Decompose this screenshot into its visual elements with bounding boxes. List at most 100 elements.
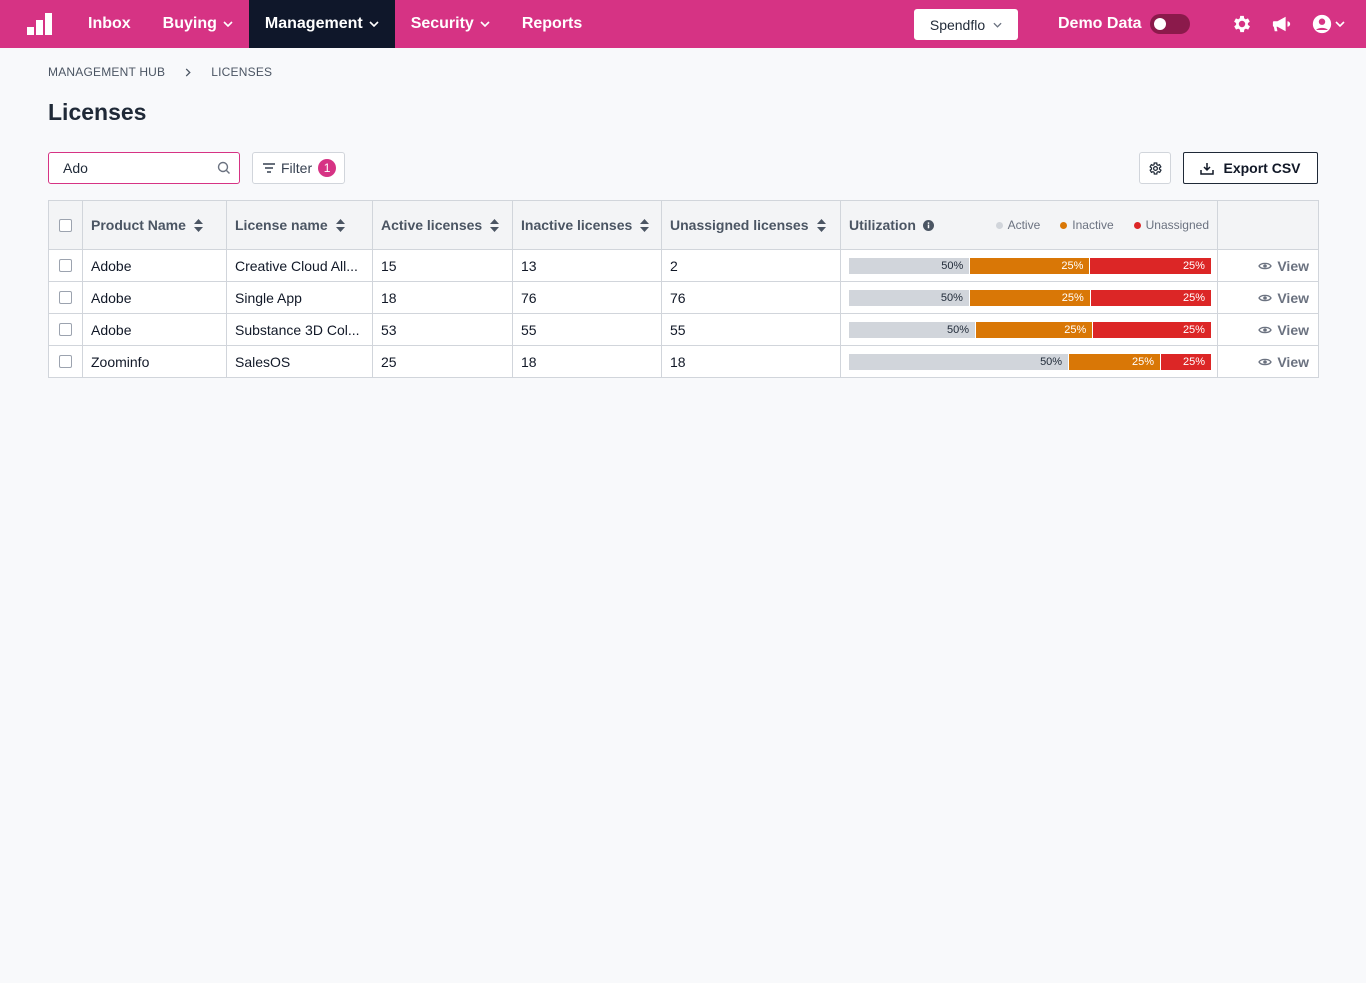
product-name-cell: Adobe bbox=[82, 250, 226, 281]
license-name-cell: SalesOS bbox=[226, 346, 372, 377]
utilization-cell: 50% 25% 25% bbox=[840, 282, 1217, 313]
header-active-licenses-label: Active licenses bbox=[381, 217, 483, 233]
header-checkbox-cell bbox=[49, 201, 82, 249]
utilization-inactive-segment: 25% bbox=[1069, 353, 1162, 370]
export-csv-button[interactable]: Export CSV bbox=[1183, 152, 1318, 184]
view-cell: View bbox=[1217, 250, 1318, 281]
eye-icon bbox=[1258, 325, 1273, 335]
utilization-bar: 50% 25% 25% bbox=[849, 353, 1211, 370]
row-checkbox[interactable] bbox=[59, 323, 72, 336]
legend-inactive-label: Inactive bbox=[1072, 218, 1114, 232]
legend-unassigned-label: Unassigned bbox=[1145, 218, 1209, 232]
utilization-active-segment: 50% bbox=[849, 321, 977, 338]
header-product-name-label: Product Name bbox=[91, 217, 186, 233]
filter-icon bbox=[263, 163, 275, 173]
chevron-down-icon bbox=[480, 21, 490, 27]
nav-security[interactable]: Security bbox=[395, 0, 506, 48]
legend-inactive: Inactive bbox=[1060, 218, 1114, 232]
nav-management-label: Management bbox=[264, 15, 363, 32]
search-icon[interactable] bbox=[217, 161, 231, 175]
gear-icon bbox=[1148, 161, 1163, 176]
utilization-bar: 50% 25% 25% bbox=[849, 321, 1211, 338]
toggle-knob bbox=[1154, 18, 1166, 30]
table-row[interactable]: Zoominfo SalesOS 25 18 18 50% 25% 25% Vi… bbox=[49, 345, 1318, 377]
table-row[interactable]: Adobe Substance 3D Col... 53 55 55 50% 2… bbox=[49, 313, 1318, 345]
megaphone-icon[interactable] bbox=[1270, 12, 1294, 36]
table-settings-button[interactable] bbox=[1139, 152, 1171, 184]
nav-security-label: Security bbox=[410, 15, 474, 32]
nav-inbox-label: Inbox bbox=[88, 15, 131, 32]
demo-data-toggle[interactable] bbox=[1150, 14, 1190, 34]
utilization-active-segment: 50% bbox=[849, 257, 971, 274]
view-label: View bbox=[1277, 321, 1309, 338]
info-icon[interactable] bbox=[922, 219, 934, 231]
active-licenses-cell: 25 bbox=[372, 346, 512, 377]
nav-buying[interactable]: Buying bbox=[147, 0, 249, 48]
view-button[interactable]: View bbox=[1258, 354, 1309, 370]
header-utilization-label: Utilization bbox=[849, 217, 916, 233]
gear-icon[interactable] bbox=[1230, 12, 1254, 36]
license-name-cell: Substance 3D Col... bbox=[226, 314, 372, 345]
view-label: View bbox=[1277, 289, 1309, 306]
filter-button[interactable]: Filter 1 bbox=[252, 152, 345, 184]
view-button[interactable]: View bbox=[1258, 322, 1309, 338]
nav-reports[interactable]: Reports bbox=[506, 0, 598, 48]
user-avatar-icon[interactable] bbox=[1310, 12, 1334, 36]
inactive-licenses-cell: 18 bbox=[512, 346, 661, 377]
utilization-inactive-segment: 25% bbox=[976, 321, 1094, 338]
legend-dot-active bbox=[995, 221, 1003, 229]
header-license-name[interactable]: License name bbox=[226, 201, 372, 249]
utilization-unassigned-segment: 25% bbox=[1093, 321, 1211, 338]
product-name-cell: Zoominfo bbox=[82, 346, 226, 377]
inactive-licenses-cell: 13 bbox=[512, 250, 661, 281]
chevron-down-icon[interactable] bbox=[1332, 12, 1348, 36]
utilization-unassigned-segment: 25% bbox=[1161, 353, 1211, 370]
utilization-bar: 50% 25% 25% bbox=[849, 289, 1211, 306]
row-checkbox-cell bbox=[49, 282, 82, 313]
nav-inbox[interactable]: Inbox bbox=[80, 0, 147, 48]
chevron-down-icon bbox=[223, 21, 233, 27]
row-checkbox-cell bbox=[49, 346, 82, 377]
nav-management[interactable]: Management bbox=[248, 0, 395, 48]
row-checkbox-cell bbox=[49, 250, 82, 281]
row-checkbox[interactable] bbox=[59, 259, 72, 272]
eye-icon bbox=[1258, 293, 1273, 303]
sort-icon bbox=[816, 218, 826, 232]
table-row[interactable]: Adobe Creative Cloud All... 15 13 2 50% … bbox=[49, 249, 1318, 281]
row-checkbox[interactable] bbox=[59, 355, 72, 368]
header-inactive-licenses[interactable]: Inactive licenses bbox=[512, 201, 661, 249]
search-input[interactable] bbox=[63, 153, 213, 183]
utilization-cell: 50% 25% 25% bbox=[840, 314, 1217, 345]
utilization-bar: 50% 25% 25% bbox=[849, 257, 1211, 274]
search-box bbox=[48, 152, 240, 184]
active-licenses-cell: 53 bbox=[372, 314, 512, 345]
chevron-down-icon bbox=[369, 21, 379, 27]
view-button[interactable]: View bbox=[1258, 258, 1309, 274]
download-icon bbox=[1200, 162, 1215, 175]
table-row[interactable]: Adobe Single App 18 76 76 50% 25% 25% Vi… bbox=[49, 281, 1318, 313]
utilization-cell: 50% 25% 25% bbox=[840, 250, 1217, 281]
utilization-legend: Active Inactive Unassigned bbox=[995, 218, 1209, 232]
filter-count-badge: 1 bbox=[318, 159, 337, 177]
product-name-cell: Adobe bbox=[82, 282, 226, 313]
view-button[interactable]: View bbox=[1258, 290, 1309, 306]
legend-active-label: Active bbox=[1007, 218, 1041, 232]
license-name-cell: Single App bbox=[226, 282, 372, 313]
product-name-cell: Adobe bbox=[82, 314, 226, 345]
workspace-selector[interactable]: Spendflo bbox=[914, 9, 1018, 40]
header-product-name[interactable]: Product Name bbox=[82, 201, 226, 249]
row-checkbox[interactable] bbox=[59, 291, 72, 304]
utilization-unassigned-segment: 25% bbox=[1090, 257, 1211, 274]
select-all-checkbox[interactable] bbox=[59, 218, 72, 232]
inactive-licenses-cell: 76 bbox=[512, 282, 661, 313]
header-unassigned-licenses[interactable]: Unassigned licenses bbox=[661, 201, 840, 249]
sort-icon bbox=[193, 218, 203, 232]
legend-unassigned: Unassigned bbox=[1133, 218, 1209, 232]
chevron-right-icon bbox=[185, 67, 191, 77]
filter-label: Filter bbox=[281, 160, 313, 176]
header-unassigned-licenses-label: Unassigned licenses bbox=[670, 217, 809, 233]
breadcrumb-management-hub[interactable]: MANAGEMENT HUB bbox=[48, 65, 165, 79]
header-active-licenses[interactable]: Active licenses bbox=[372, 201, 512, 249]
chevron-down-icon bbox=[993, 22, 1002, 28]
spendflo-logo[interactable] bbox=[0, 0, 80, 48]
